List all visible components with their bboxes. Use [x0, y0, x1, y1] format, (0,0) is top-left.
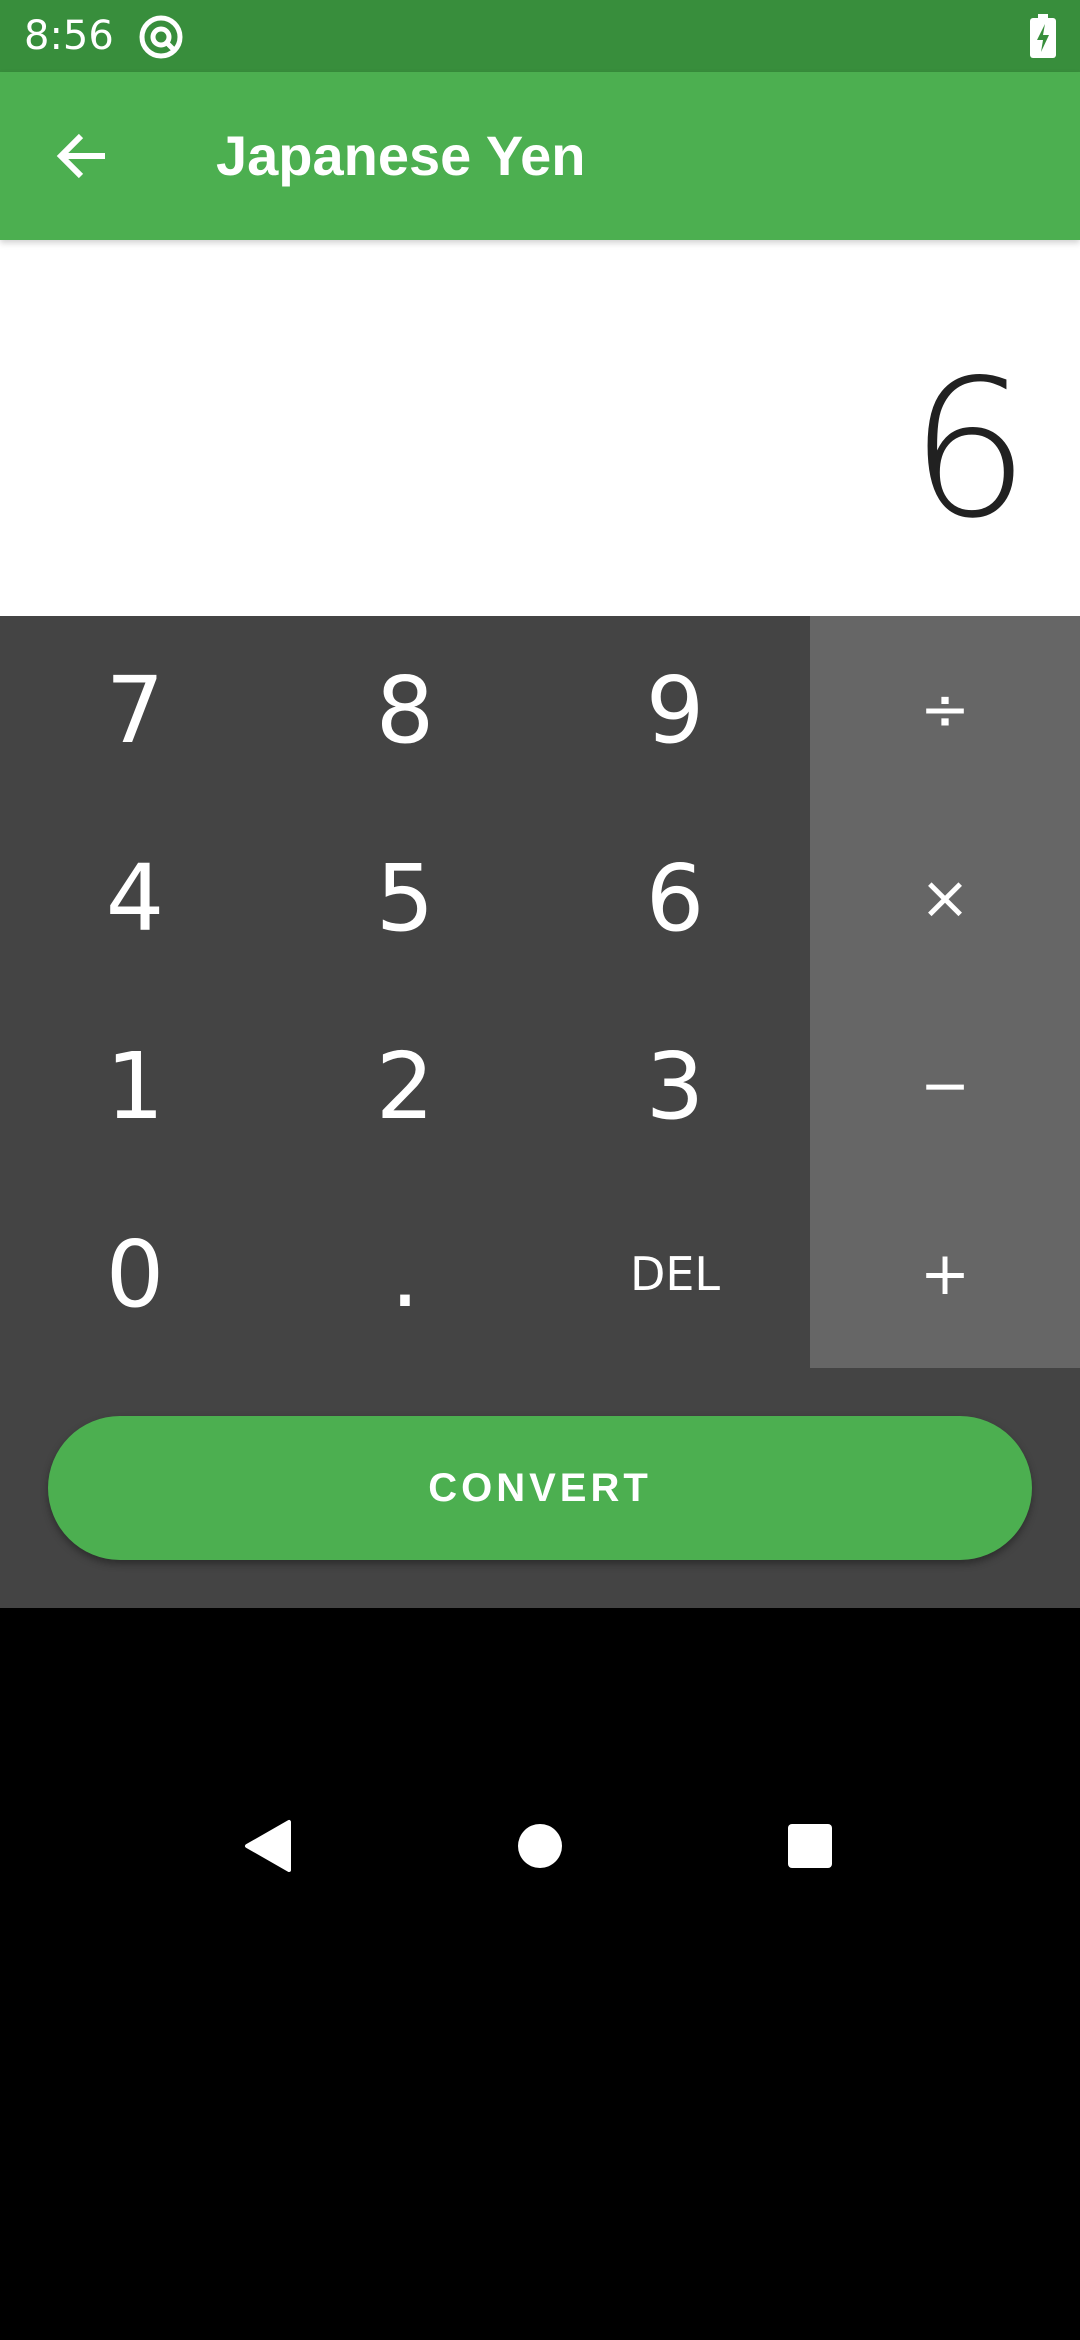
key-6[interactable]: 6: [540, 804, 810, 992]
subtract-button[interactable]: −: [810, 992, 1080, 1180]
key-7[interactable]: 7: [0, 616, 270, 804]
key-9[interactable]: 9: [540, 616, 810, 804]
key-1[interactable]: 1: [0, 992, 270, 1180]
keypad-area: 7 8 9 4 5 6 1 2 3 0 . DEL ÷ × − + CONVER…: [0, 616, 1080, 1608]
amount-value: 6: [909, 339, 1030, 560]
arrow-back-icon: [55, 129, 109, 188]
operator-column: ÷ × − +: [810, 616, 1080, 1368]
add-button[interactable]: +: [810, 1180, 1080, 1368]
number-keypad: 7 8 9 4 5 6 1 2 3 0 . DEL: [0, 616, 810, 1368]
key-decimal[interactable]: .: [270, 1180, 540, 1368]
at-sign-icon: [138, 14, 184, 60]
status-bar: 8:56: [0, 0, 1080, 72]
page-title: Japanese Yen: [216, 124, 586, 187]
nav-back-button[interactable]: [228, 1808, 308, 1888]
delete-button[interactable]: DEL: [540, 1180, 810, 1368]
nav-recents-button[interactable]: [770, 1808, 850, 1888]
battery-charging-icon: [1030, 14, 1056, 58]
nav-home-icon: [517, 1823, 563, 1874]
key-8[interactable]: 8: [270, 616, 540, 804]
key-5[interactable]: 5: [270, 804, 540, 992]
system-nav-bar: [0, 1608, 1080, 2340]
key-3[interactable]: 3: [540, 992, 810, 1180]
amount-display: 6: [0, 240, 1080, 616]
key-2[interactable]: 2: [270, 992, 540, 1180]
app-bar: Japanese Yen: [0, 72, 1080, 240]
status-time: 8:56: [24, 13, 114, 59]
convert-button[interactable]: CONVERT: [48, 1416, 1032, 1560]
key-0[interactable]: 0: [0, 1180, 270, 1368]
divide-button[interactable]: ÷: [810, 616, 1080, 804]
nav-back-icon: [243, 1819, 293, 1878]
key-4[interactable]: 4: [0, 804, 270, 992]
nav-home-button[interactable]: [500, 1808, 580, 1888]
nav-recents-icon: [787, 1823, 833, 1874]
multiply-button[interactable]: ×: [810, 804, 1080, 992]
back-button[interactable]: [40, 116, 124, 200]
